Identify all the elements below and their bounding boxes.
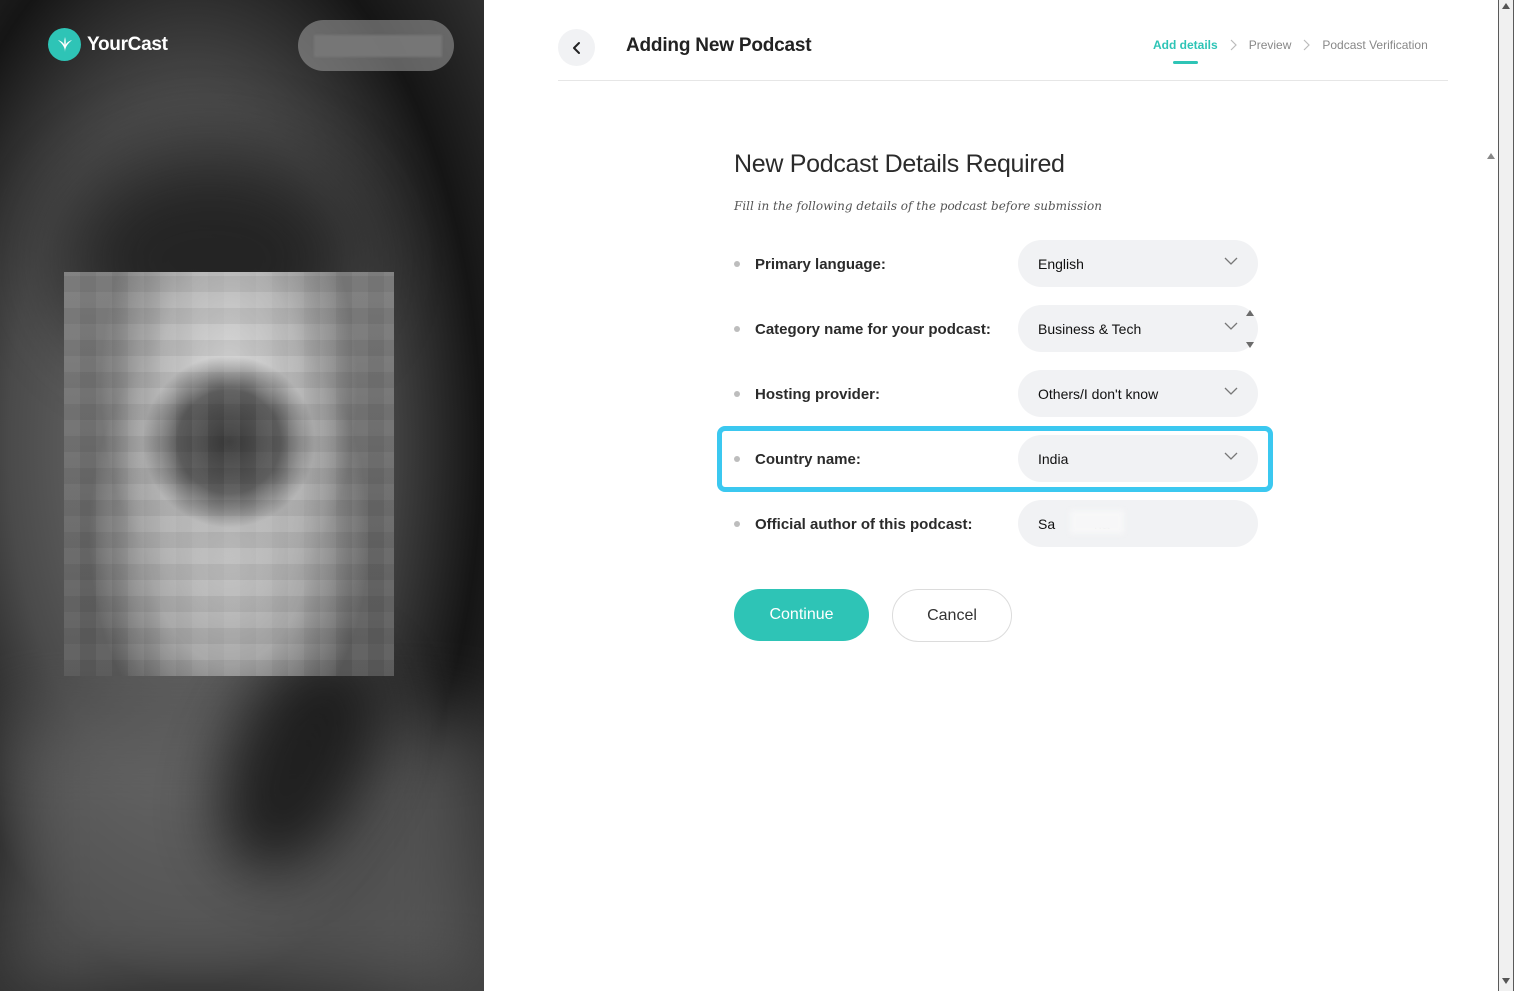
brand-logo[interactable]: YourCast — [48, 28, 168, 61]
scroll-up-icon[interactable] — [1501, 2, 1511, 10]
chevron-down-icon — [1224, 387, 1238, 395]
bullet-dot — [734, 521, 740, 527]
chevron-left-icon — [572, 41, 580, 54]
field-row-country: Country name: India — [734, 435, 1258, 483]
page-title: Adding New Podcast — [626, 35, 812, 56]
pixelated-cover-image — [64, 272, 394, 676]
window-scrollbar[interactable] — [1498, 0, 1514, 991]
logo-icon — [48, 28, 81, 61]
select-value: India — [1038, 450, 1069, 467]
hero-image-panel: YourCast — [0, 0, 484, 991]
field-row-hosting-provider: Hosting provider: Others/I don't know — [734, 370, 1258, 418]
scroll-up-icon[interactable] — [1486, 152, 1496, 160]
brand-name: YourCast — [87, 33, 168, 55]
back-button[interactable] — [558, 29, 595, 66]
redacted-username — [314, 35, 442, 57]
select-value: Others/I don't know — [1038, 385, 1159, 402]
step-podcast-verification[interactable]: Podcast Verification — [1322, 38, 1427, 52]
form-subtitle: Fill in the following details of the pod… — [734, 199, 1103, 213]
field-label: Country name: — [755, 450, 861, 468]
bullet-dot — [734, 326, 740, 332]
continue-button[interactable]: Continue — [734, 589, 869, 641]
author-input[interactable]: Sa na — [1018, 500, 1258, 547]
hosting-provider-select[interactable]: Others/I don't know — [1018, 370, 1258, 417]
bullet-dot — [734, 261, 740, 267]
triangle-up-icon[interactable] — [1245, 309, 1255, 317]
step-preview[interactable]: Preview — [1249, 38, 1292, 52]
main-content: Adding New Podcast Add details Preview P… — [484, 0, 1498, 991]
primary-language-select[interactable]: English — [1018, 240, 1258, 287]
chevron-down-icon — [1224, 452, 1238, 460]
field-row-author: Official author of this podcast: Sa na — [734, 500, 1258, 548]
field-row-primary-language: Primary language: English — [734, 240, 1258, 288]
chevron-down-icon — [1224, 257, 1238, 265]
select-value: Business & Tech — [1038, 320, 1142, 337]
scroll-down-icon[interactable] — [1501, 977, 1511, 985]
step-add-details[interactable]: Add details — [1153, 38, 1218, 64]
progress-steps: Add details Preview Podcast Verification — [1153, 38, 1428, 64]
form-title: New Podcast Details Required — [734, 150, 1065, 178]
mini-scroll-arrows[interactable] — [1245, 309, 1255, 349]
country-select[interactable]: India — [1018, 435, 1258, 482]
field-label: Official author of this podcast: — [755, 515, 973, 533]
field-label: Category name for your podcast: — [755, 320, 991, 338]
scrollbar-thumb[interactable] — [1499, 0, 1513, 991]
field-label: Hosting provider: — [755, 385, 881, 403]
field-label: Primary language: — [755, 255, 886, 273]
cancel-button[interactable]: Cancel — [892, 589, 1012, 642]
triangle-down-icon[interactable] — [1245, 341, 1255, 349]
select-value: English — [1038, 255, 1084, 272]
chevron-down-icon — [1224, 322, 1238, 330]
chevron-right-icon — [1230, 39, 1237, 51]
bullet-dot — [734, 456, 740, 462]
redacted-text — [1070, 510, 1124, 534]
bullet-dot — [734, 391, 740, 397]
chevron-right-icon — [1303, 39, 1311, 51]
user-account-pill[interactable] — [298, 20, 454, 71]
header-divider — [558, 80, 1448, 81]
field-row-category: Category name for your podcast: Business… — [734, 305, 1258, 353]
category-select[interactable]: Business & Tech — [1018, 305, 1258, 352]
